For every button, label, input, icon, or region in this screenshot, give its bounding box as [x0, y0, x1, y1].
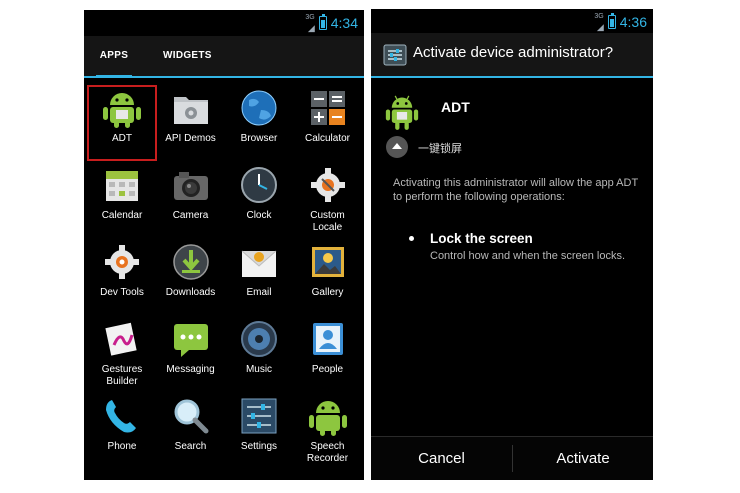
app-drawer-screen: 3G ◢ 4:34 APPS WIDGETS ADT API Demos Browse… — [84, 10, 364, 480]
bullet-icon — [409, 236, 414, 241]
app-custom-locale[interactable]: Custom Locale — [293, 162, 363, 238]
battery-icon — [318, 14, 327, 30]
policy-title: Lock the screen — [430, 231, 533, 246]
app-label: Messaging — [166, 364, 215, 375]
app-label: Clock — [246, 210, 272, 221]
device-admin-screen: 3G◢ 4:36 Activate device administrator? — [371, 9, 653, 480]
speech-recorder-icon — [308, 401, 347, 436]
admin-description: Activating this administrator will allow… — [393, 177, 638, 203]
app-dev-tools[interactable]: Dev Tools — [87, 239, 157, 315]
tab-underline — [84, 76, 364, 78]
settings-icon — [241, 398, 277, 434]
app-label: Gallery — [311, 287, 344, 298]
android-icon — [103, 93, 141, 128]
dialog-title: Activate device administrator? — [413, 44, 614, 61]
app-label: ADT — [112, 133, 132, 144]
app-label: Gestures Builder — [101, 364, 143, 387]
app-camera[interactable]: Camera — [156, 162, 226, 238]
status-bar: 3G ◢ 4:36 — [371, 9, 653, 33]
app-label: Email — [246, 287, 272, 298]
email-icon — [241, 250, 277, 277]
android-icon — [385, 95, 419, 130]
app-label: Browser — [240, 133, 278, 144]
app-clock[interactable]: Clock — [224, 162, 294, 238]
cancel-button[interactable]: Cancel — [371, 437, 512, 480]
app-label: Settings — [240, 441, 278, 452]
app-adt[interactable]: ADT — [87, 85, 157, 161]
custom-locale-icon — [310, 168, 345, 202]
app-browser[interactable]: Browser — [224, 85, 294, 161]
calendar-icon — [106, 171, 138, 201]
battery-icon — [607, 13, 616, 29]
app-gallery[interactable]: Gallery — [293, 239, 363, 315]
tab-apps[interactable]: APPS — [96, 36, 132, 78]
calculator-icon — [310, 91, 345, 125]
app-label: People — [311, 364, 344, 375]
phone-icon — [106, 400, 136, 433]
app-settings[interactable]: Settings — [224, 393, 294, 469]
app-label: API Demos — [165, 133, 216, 144]
app-gestures-builder[interactable]: Gestures Builder — [87, 316, 157, 392]
app-calculator[interactable]: Calculator — [293, 85, 363, 161]
app-label: Downloads — [165, 287, 216, 298]
app-label: Custom Locale — [310, 210, 345, 233]
app-calendar[interactable]: Calendar — [87, 162, 157, 238]
app-speech-recorder[interactable]: Speech Recorder — [293, 393, 363, 469]
app-downloads[interactable]: Downloads — [156, 239, 226, 315]
activate-button[interactable]: Activate — [513, 437, 653, 480]
app-search[interactable]: Search — [156, 393, 226, 469]
policy-description: Control how and when the screen locks. — [430, 250, 626, 262]
app-phone[interactable]: Phone — [87, 393, 157, 469]
signal-icon: 3G ◢ — [594, 13, 604, 32]
camera-icon — [173, 172, 208, 200]
app-people[interactable]: People — [293, 316, 363, 392]
dialog-button-bar: Cancel Activate — [371, 436, 653, 480]
dialog-divider — [371, 76, 653, 78]
messaging-icon — [173, 324, 208, 357]
app-label: Dev Tools — [100, 287, 144, 298]
app-label: Phone — [107, 441, 137, 452]
app-messaging[interactable]: Messaging — [156, 316, 226, 392]
status-time: 4:36 — [619, 14, 647, 30]
search-icon — [174, 399, 208, 434]
admin-app-label: 一键锁屏 — [418, 143, 462, 155]
expand-up-icon[interactable] — [386, 136, 408, 158]
music-icon — [241, 321, 277, 357]
admin-app-name: ADT — [441, 99, 470, 115]
app-api-demos[interactable]: API Demos — [156, 85, 226, 161]
globe-icon — [241, 90, 277, 126]
people-icon — [312, 323, 343, 355]
clock-icon — [241, 167, 277, 203]
app-label: Music — [245, 364, 273, 375]
app-music[interactable]: Music — [224, 316, 294, 392]
app-label: Calendar — [101, 210, 143, 221]
app-label: Calculator — [304, 133, 351, 144]
folder-gear-icon — [173, 97, 208, 124]
app-label: Speech Recorder — [306, 441, 349, 464]
signal-icon: 3G ◢ — [305, 14, 315, 33]
app-label: Search — [174, 441, 207, 452]
gallery-icon — [311, 247, 344, 277]
device-admin-icon — [383, 44, 407, 66]
app-email[interactable]: Email — [224, 239, 294, 315]
app-label: Camera — [172, 210, 209, 221]
download-icon — [172, 244, 209, 280]
tab-widgets[interactable]: WIDGETS — [163, 36, 212, 78]
drawer-tabs: APPS WIDGETS — [84, 36, 364, 78]
status-time: 4:34 — [330, 15, 358, 31]
gestures-icon — [105, 322, 137, 356]
dialog-header: Activate device administrator? — [371, 33, 653, 77]
status-bar: 3G ◢ 4:34 — [84, 10, 364, 34]
dev-tools-icon — [105, 245, 139, 279]
